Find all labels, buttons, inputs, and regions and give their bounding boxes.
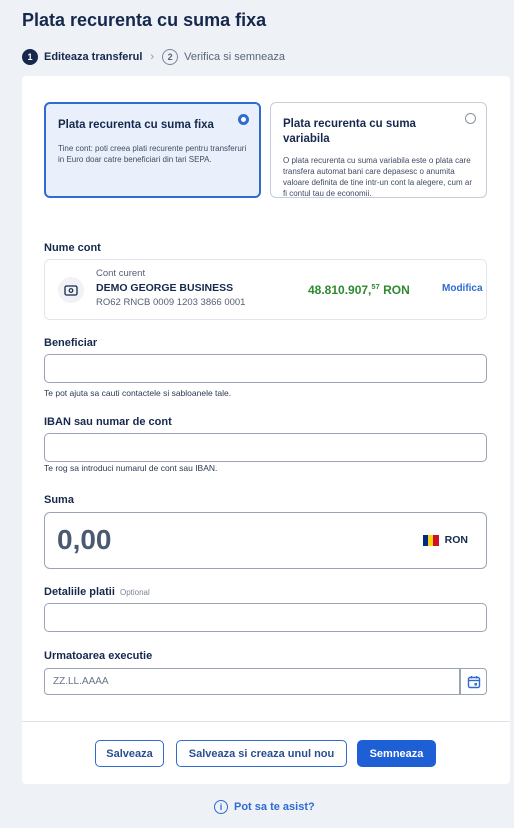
details-label: Detaliile platii Optional	[44, 586, 150, 598]
payment-type-variable-description: O plata recurenta cu suma variabila este…	[283, 156, 472, 198]
calendar-button[interactable]	[460, 668, 487, 695]
account-balance: 48.810.907,57 RON	[308, 282, 410, 297]
details-optional-tag: Optional	[119, 588, 150, 597]
amount-value[interactable]: 0,00	[57, 524, 112, 556]
step-1-label: Editeaza transferul	[44, 51, 143, 63]
modify-account-link[interactable]: Modifica	[442, 283, 483, 294]
chevron-right-icon: ›	[150, 51, 155, 63]
iban-helper: Te rog sa introduci numarul de cont sau …	[44, 463, 218, 473]
save-button[interactable]: Salveaza	[95, 740, 164, 767]
help-label: Pot sa te asist?	[234, 801, 315, 813]
payment-type-variable-radio[interactable]	[465, 113, 476, 124]
balance-decimals: 57	[371, 282, 380, 291]
balance-currency: RON	[383, 283, 410, 297]
beneficiary-input[interactable]	[44, 354, 487, 383]
balance-main: 48.810.907,	[308, 283, 372, 297]
iban-input[interactable]	[44, 433, 487, 462]
next-execution-label: Urmatoarea executie	[44, 650, 153, 662]
beneficiary-label: Beneficiar	[44, 337, 98, 349]
stepper: 1 Editeaza transferul › 2 Verifica si se…	[22, 49, 285, 65]
footer-divider	[22, 721, 510, 722]
page-title: Plata recurenta cu suma fixa	[22, 10, 267, 30]
currency-code: RON	[444, 534, 468, 546]
romania-flag-icon	[422, 534, 439, 546]
amount-label: Suma	[44, 494, 74, 506]
calendar-icon	[467, 675, 480, 688]
info-icon: i	[214, 800, 228, 814]
amount-field[interactable]: 0,00 RON	[44, 512, 487, 569]
account-iban: RO62 RNCB 0009 1203 3866 0001	[96, 297, 246, 308]
payment-type-fixed-radio[interactable]	[238, 114, 249, 125]
currency-selector: RON	[422, 534, 468, 546]
step-2-indicator: 2	[162, 49, 179, 65]
step-2-label: Verifica si semneaza	[184, 51, 285, 63]
details-label-text: Detaliile platii	[44, 586, 115, 598]
details-input[interactable]	[44, 603, 487, 632]
payment-type-fixed-option[interactable]: Plata recurenta cu suma fixa Tine cont: …	[44, 102, 261, 198]
sign-button[interactable]: Semneaza	[357, 740, 436, 767]
payment-type-variable-option[interactable]: Plata recurenta cu suma variabila O plat…	[270, 102, 487, 198]
payment-type-fixed-title: Plata recurenta cu suma fixa	[58, 119, 214, 131]
next-execution-date-input[interactable]	[44, 668, 460, 695]
wallet-icon	[58, 277, 84, 303]
account-selector: Cont curent DEMO GEORGE BUSINESS RO62 RN…	[44, 259, 487, 320]
iban-label: IBAN sau numar de cont	[44, 416, 172, 428]
beneficiary-helper: Te pot ajuta sa cauti contactele si sabl…	[44, 388, 232, 398]
step-1-indicator: 1	[22, 49, 38, 65]
save-and-create-new-button[interactable]: Salveaza si creaza unul nou	[176, 740, 347, 767]
account-label: Nume cont	[44, 242, 101, 254]
help-link[interactable]: i Pot sa te asist?	[214, 800, 315, 814]
transfer-form-card: Plata recurenta cu suma fixa Tine cont: …	[22, 76, 510, 784]
account-name: DEMO GEORGE BUSINESS	[96, 282, 234, 294]
next-execution-field	[44, 668, 487, 695]
payment-type-fixed-description: Tine cont: poti creea plati recurente pe…	[58, 144, 247, 164]
account-type: Cont curent	[96, 268, 146, 279]
payment-type-variable-title: Plata recurenta cu suma variabila	[283, 118, 416, 145]
